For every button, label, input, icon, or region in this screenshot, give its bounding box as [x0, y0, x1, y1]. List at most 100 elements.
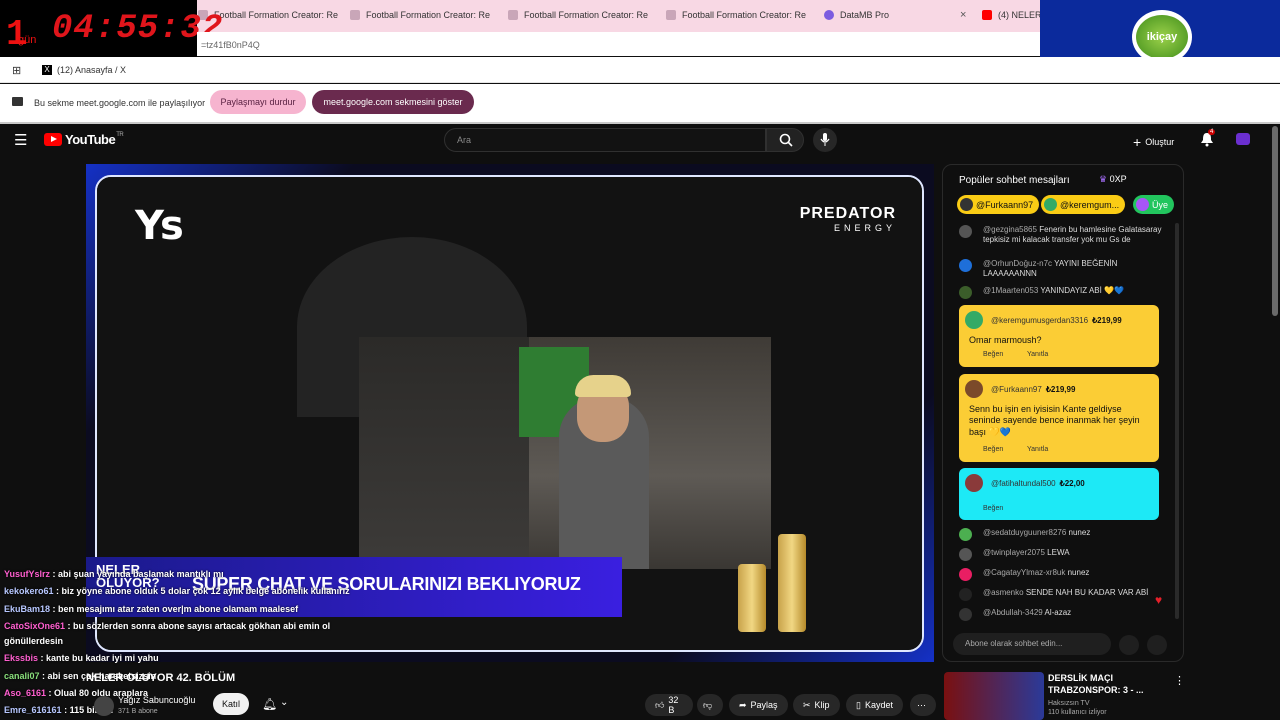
superchat-username[interactable]: @Furkaann97: [991, 385, 1042, 394]
superchat-card: @fatihaltundal500 ₺22,00 Beğen: [959, 468, 1159, 520]
chat-username[interactable]: @asmenko: [983, 588, 1024, 597]
chat-message: @twinplayer2075 LEWA: [959, 548, 1169, 561]
chat-username[interactable]: @sedatduyguuner8276: [983, 528, 1066, 537]
search-button[interactable]: [766, 128, 804, 152]
emoji-button[interactable]: [1119, 635, 1139, 655]
screen-share-icon: [12, 97, 23, 106]
channel-name[interactable]: Yağız Sabuncuoğlu: [118, 695, 195, 705]
pinned-user-chip[interactable]: @keremgum...: [1041, 195, 1126, 214]
chat-scrollbar[interactable]: [1175, 223, 1179, 619]
recommended-video-meta: Haksızsın TV 110 kullanıcı izliyor: [1048, 699, 1107, 717]
browser-tab[interactable]: Football Formation Creator: Re×: [350, 4, 498, 26]
overlay-chat-text: biz yöyne abone olduk 5 dolar çok 12 ayl…: [61, 586, 350, 596]
overlay-chat-user: YusufYslrz: [4, 569, 51, 579]
chat-username[interactable]: @Abdullah-3429: [983, 608, 1043, 617]
scissors-icon: ✂: [803, 699, 811, 710]
avatar: [959, 608, 972, 621]
sponsor-name: PREDATOR: [799, 205, 896, 222]
menu-icon[interactable]: ☰: [14, 131, 27, 149]
host-hair: [575, 375, 631, 397]
chat-username[interactable]: @twinplayer2075: [983, 548, 1045, 557]
reply-button[interactable]: Yanıtla: [1027, 351, 1048, 358]
browser-tab[interactable]: Football Formation Creator: Re×: [508, 4, 656, 26]
like-button[interactable]: Beğen: [983, 351, 1003, 358]
chevron-down-icon[interactable]: ⌄: [280, 697, 288, 708]
search-input[interactable]: Ara: [444, 128, 766, 152]
member-chip[interactable]: Üye: [1133, 195, 1175, 214]
tab-favicon-icon: [508, 10, 518, 20]
clip-button[interactable]: ✂ Klip: [793, 694, 840, 716]
tab-label: Football Formation Creator: Re: [366, 10, 491, 20]
predator-energy-logo: PREDATOR ENERGY: [800, 205, 896, 233]
chat-message: @CagatayYlmaz-xr8uk nunez: [959, 568, 1169, 581]
share-button[interactable]: ➦ Paylaş: [729, 694, 788, 716]
browser-tab-active[interactable]: (4) NELER O: [982, 4, 1040, 26]
like-button[interactable]: 👍︎ 32 B: [645, 694, 693, 716]
plus-icon: +: [1133, 134, 1142, 150]
pinned-user-chip[interactable]: @Furkaann97: [957, 195, 1040, 214]
close-icon[interactable]: ×: [960, 9, 966, 21]
superchat-username[interactable]: @fatihaltundal500: [991, 479, 1056, 488]
chat-message: @OrhunDoğuz-n7c YAYINI BEĞENİN LAAAAAANN…: [959, 259, 1169, 279]
overlay-chat-user: Ekssbis: [4, 653, 39, 663]
video-title: NELER OLUYOR 42. BÖLÜM: [86, 672, 236, 684]
avatar: [959, 528, 972, 541]
save-button[interactable]: ▯ Kaydet: [846, 694, 903, 716]
chat-username[interactable]: @OrhunDoğuz-n7c: [983, 259, 1052, 268]
superchat-button[interactable]: [1147, 635, 1167, 655]
energy-drink-bottle: [778, 534, 806, 632]
page-scrollbar[interactable]: [1272, 126, 1278, 316]
bookmark-item[interactable]: (12) Anasayfa / X: [57, 65, 126, 75]
youtube-logo[interactable]: YouTube TR: [44, 132, 124, 147]
browser-tab[interactable]: DataMB Pro ×: [824, 4, 974, 26]
voice-search-button[interactable]: [813, 128, 837, 152]
more-button[interactable]: ⋯: [910, 694, 936, 716]
avatar: [959, 259, 972, 272]
superchat-card: @keremgumusgerdan3316 ₺219,99 Omar marmou…: [959, 305, 1159, 367]
chat-username[interactable]: @gezgina5865: [983, 225, 1037, 234]
bell-icon[interactable]: 🔔︎: [262, 697, 277, 711]
show-tab-button[interactable]: meet.google.com sekmesini göster: [312, 90, 474, 114]
channel-avatar[interactable]: [94, 696, 114, 716]
join-button[interactable]: Katıl: [213, 693, 249, 715]
apps-grid-icon[interactable]: ⊞: [12, 64, 21, 77]
like-button[interactable]: Beğen: [983, 446, 1003, 453]
avatar[interactable]: [1236, 133, 1250, 145]
like-button[interactable]: Beğen: [983, 505, 1003, 512]
more-vertical-icon[interactable]: ⋮: [1174, 674, 1185, 687]
share-status-text: Bu sekme meet.google.com ile paylaşılıyo…: [34, 98, 206, 108]
overlay-chat-text: gönüllerdesin: [4, 636, 64, 646]
share-icon: ➦: [739, 699, 747, 710]
dislike-button[interactable]: 👎︎: [697, 694, 723, 716]
create-button[interactable]: + Oluştur: [1133, 132, 1174, 152]
reply-button[interactable]: Yanıtla: [1027, 446, 1048, 453]
chat-text: nunez: [1067, 568, 1090, 577]
overlay-chat-user: canali07: [4, 671, 40, 681]
avatar: [959, 548, 972, 561]
chat-input[interactable]: Abone olarak sohbet edin...: [953, 633, 1111, 655]
recommended-video-thumbnail[interactable]: [944, 672, 1044, 720]
overlay-chat-line: YusufYslrz : abi şuan yayında başlamak m…: [4, 569, 224, 579]
avatar: [965, 474, 983, 492]
chat-input-placeholder: Abone olarak sohbet edin...: [965, 639, 1063, 648]
superchat-text: Senn bu işin en iyisisin Kante geldiyse …: [969, 404, 1140, 437]
recommended-video-title[interactable]: DERSLİK MAÇI TRABZONSPOR: 3 - ...: [1048, 673, 1144, 696]
chat-username[interactable]: @1Maarten053: [983, 286, 1038, 295]
overlay-chat-user: Aso_6161: [4, 688, 47, 698]
chat-username[interactable]: @CagatayYlmaz-xr8uk: [983, 568, 1065, 577]
address-bar[interactable]: =tz41fB0nP4Q: [197, 32, 1040, 56]
screen-share-bar: Bu sekme meet.google.com ile paylaşılıyo…: [0, 84, 1280, 122]
more-dots-icon: ⋯: [917, 699, 926, 710]
address-text: =tz41fB0nP4Q: [201, 40, 260, 50]
clip-label: Klip: [814, 700, 830, 710]
chat-title[interactable]: Popüler sohbet mesajları: [959, 175, 1070, 186]
heart-icon: ♥: [1155, 593, 1163, 607]
notifications-button[interactable]: 4: [1200, 129, 1216, 152]
recommended-channel: Haksızsın TV: [1048, 700, 1090, 707]
superchat-username[interactable]: @keremgumusgerdan3316: [991, 316, 1088, 325]
stop-sharing-button[interactable]: Paylaşmayı durdur: [210, 90, 306, 114]
avatar: [959, 286, 972, 299]
browser-tab[interactable]: Football Formation Creator: Re×: [666, 4, 814, 26]
recommended-viewers: 110 kullanıcı izliyor: [1048, 709, 1107, 717]
tab-label: DataMB Pro: [840, 10, 890, 20]
